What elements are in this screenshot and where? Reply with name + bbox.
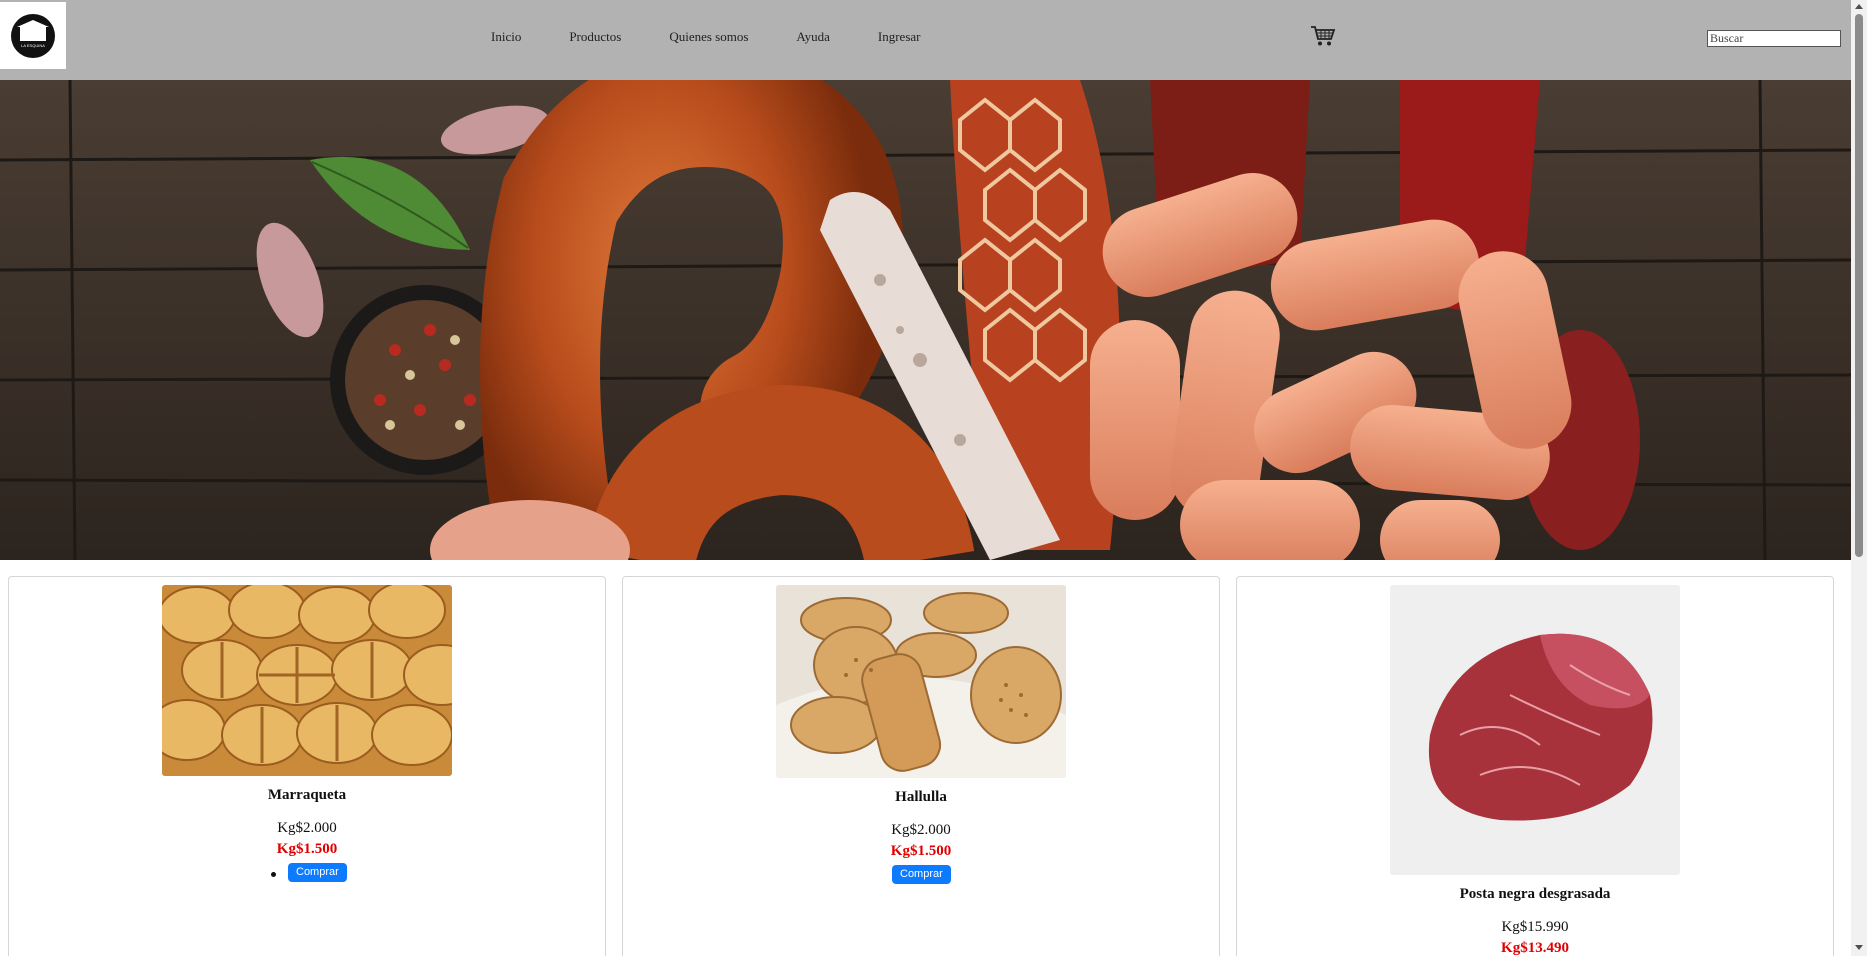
search-input[interactable] xyxy=(1707,30,1841,47)
page-scrollbar[interactable] xyxy=(1851,0,1867,956)
scroll-up-arrow-icon[interactable] xyxy=(1855,4,1863,9)
product-image-posta-negra xyxy=(1390,585,1680,875)
product-card-marraqueta: Marraqueta Kg$2.000 Kg$1.500 Comprar xyxy=(8,576,606,956)
product-sale-price: Kg$13.490 xyxy=(1501,940,1569,956)
logo[interactable]: LA ESQUINA xyxy=(0,2,66,69)
product-card-posta-negra: Posta negra desgrasada Kg$15.990 Kg$13.4… xyxy=(1236,576,1834,956)
product-image-hallulla xyxy=(776,585,1066,778)
site-header: LA ESQUINA Inicio Productos Quienes somo… xyxy=(0,0,1851,80)
product-price: Kg$15.990 xyxy=(1501,919,1569,935)
product-image-marraqueta xyxy=(162,585,452,776)
nav-productos[interactable]: Productos xyxy=(569,29,621,45)
product-name: Posta negra desgrasada xyxy=(1459,886,1611,902)
product-name: Marraqueta xyxy=(267,787,347,803)
product-sale-price: Kg$1.500 xyxy=(890,843,952,859)
list-bullet xyxy=(271,872,276,877)
comprar-button[interactable]: Comprar xyxy=(288,863,347,882)
nav-inicio[interactable]: Inicio xyxy=(491,29,521,45)
comprar-button[interactable]: Comprar xyxy=(892,865,951,884)
nav-quienes-somos[interactable]: Quienes somos xyxy=(669,29,748,45)
product-sale-price: Kg$1.500 xyxy=(276,841,338,857)
product-name: Hallulla xyxy=(895,789,947,805)
store-logo-icon: LA ESQUINA xyxy=(11,13,55,58)
main-nav: Inicio Productos Quienes somos Ayuda Ing… xyxy=(491,29,968,45)
scroll-thumb[interactable] xyxy=(1855,14,1863,557)
scroll-down-arrow-icon[interactable] xyxy=(1855,945,1863,950)
nav-ayuda[interactable]: Ayuda xyxy=(796,29,829,45)
hero-banner-image xyxy=(0,80,1851,560)
nav-ingresar[interactable]: Ingresar xyxy=(878,29,921,45)
product-price: Kg$2.000 xyxy=(891,822,951,838)
shopping-cart-icon[interactable] xyxy=(1310,24,1336,48)
product-price: Kg$2.000 xyxy=(277,820,337,836)
product-card-hallulla: Hallulla Kg$2.000 Kg$1.500 Comprar xyxy=(622,576,1220,956)
